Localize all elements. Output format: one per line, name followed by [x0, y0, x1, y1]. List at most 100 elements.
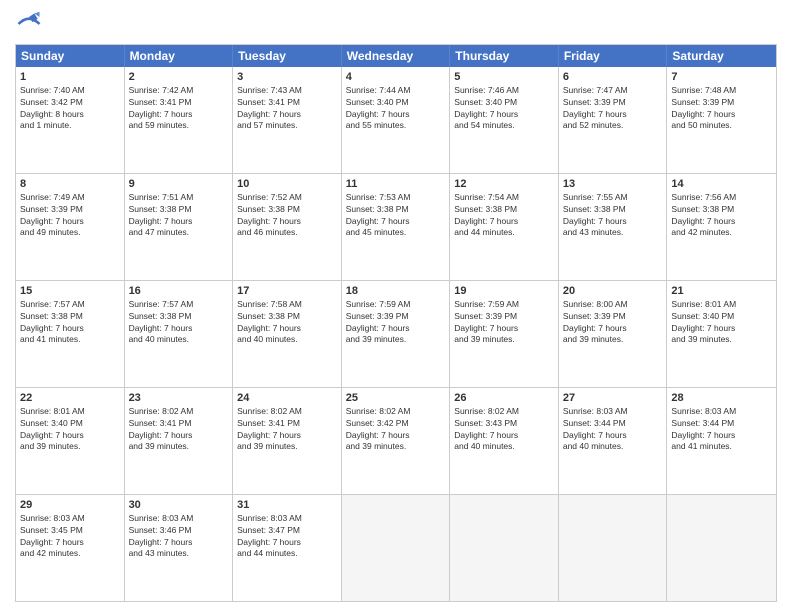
day-info: Sunrise: 7:53 AM Sunset: 3:38 PM Dayligh… — [346, 192, 411, 237]
day-number: 12 — [454, 177, 554, 191]
calendar-cell: 14Sunrise: 7:56 AM Sunset: 3:38 PM Dayli… — [667, 174, 776, 280]
day-number: 10 — [237, 177, 337, 191]
day-info: Sunrise: 8:02 AM Sunset: 3:41 PM Dayligh… — [237, 406, 302, 451]
day-number: 20 — [563, 284, 663, 298]
day-number: 13 — [563, 177, 663, 191]
calendar-row-5: 29Sunrise: 8:03 AM Sunset: 3:45 PM Dayli… — [16, 494, 776, 601]
day-number: 1 — [20, 70, 120, 84]
day-number: 16 — [129, 284, 229, 298]
day-number: 19 — [454, 284, 554, 298]
day-number: 27 — [563, 391, 663, 405]
day-info: Sunrise: 7:59 AM Sunset: 3:39 PM Dayligh… — [346, 299, 411, 344]
logo — [15, 10, 47, 38]
day-info: Sunrise: 7:57 AM Sunset: 3:38 PM Dayligh… — [129, 299, 194, 344]
calendar-cell: 12Sunrise: 7:54 AM Sunset: 3:38 PM Dayli… — [450, 174, 559, 280]
day-number: 29 — [20, 498, 120, 512]
header — [15, 10, 777, 38]
day-info: Sunrise: 8:00 AM Sunset: 3:39 PM Dayligh… — [563, 299, 628, 344]
day-number: 25 — [346, 391, 446, 405]
calendar-cell: 17Sunrise: 7:58 AM Sunset: 3:38 PM Dayli… — [233, 281, 342, 387]
header-day-monday: Monday — [125, 45, 234, 67]
calendar-cell: 13Sunrise: 7:55 AM Sunset: 3:38 PM Dayli… — [559, 174, 668, 280]
header-day-friday: Friday — [559, 45, 668, 67]
calendar-cell: 5Sunrise: 7:46 AM Sunset: 3:40 PM Daylig… — [450, 67, 559, 173]
calendar-header: SundayMondayTuesdayWednesdayThursdayFrid… — [16, 45, 776, 67]
day-info: Sunrise: 8:03 AM Sunset: 3:46 PM Dayligh… — [129, 513, 194, 558]
day-info: Sunrise: 8:02 AM Sunset: 3:41 PM Dayligh… — [129, 406, 194, 451]
calendar-cell: 28Sunrise: 8:03 AM Sunset: 3:44 PM Dayli… — [667, 388, 776, 494]
page: SundayMondayTuesdayWednesdayThursdayFrid… — [0, 0, 792, 612]
day-number: 24 — [237, 391, 337, 405]
calendar-cell: 4Sunrise: 7:44 AM Sunset: 3:40 PM Daylig… — [342, 67, 451, 173]
day-info: Sunrise: 7:57 AM Sunset: 3:38 PM Dayligh… — [20, 299, 85, 344]
calendar-cell: 1Sunrise: 7:40 AM Sunset: 3:42 PM Daylig… — [16, 67, 125, 173]
day-number: 23 — [129, 391, 229, 405]
day-number: 11 — [346, 177, 446, 191]
calendar-cell: 8Sunrise: 7:49 AM Sunset: 3:39 PM Daylig… — [16, 174, 125, 280]
logo-icon — [15, 10, 43, 38]
calendar-cell: 3Sunrise: 7:43 AM Sunset: 3:41 PM Daylig… — [233, 67, 342, 173]
calendar-cell: 26Sunrise: 8:02 AM Sunset: 3:43 PM Dayli… — [450, 388, 559, 494]
calendar-cell: 9Sunrise: 7:51 AM Sunset: 3:38 PM Daylig… — [125, 174, 234, 280]
calendar-cell: 6Sunrise: 7:47 AM Sunset: 3:39 PM Daylig… — [559, 67, 668, 173]
day-info: Sunrise: 8:03 AM Sunset: 3:44 PM Dayligh… — [671, 406, 736, 451]
calendar-cell: 2Sunrise: 7:42 AM Sunset: 3:41 PM Daylig… — [125, 67, 234, 173]
calendar-cell: 24Sunrise: 8:02 AM Sunset: 3:41 PM Dayli… — [233, 388, 342, 494]
calendar-cell: 31Sunrise: 8:03 AM Sunset: 3:47 PM Dayli… — [233, 495, 342, 601]
calendar-cell: 15Sunrise: 7:57 AM Sunset: 3:38 PM Dayli… — [16, 281, 125, 387]
header-day-saturday: Saturday — [667, 45, 776, 67]
day-number: 14 — [671, 177, 772, 191]
calendar-cell: 23Sunrise: 8:02 AM Sunset: 3:41 PM Dayli… — [125, 388, 234, 494]
calendar-row-1: 1Sunrise: 7:40 AM Sunset: 3:42 PM Daylig… — [16, 67, 776, 173]
calendar-cell: 25Sunrise: 8:02 AM Sunset: 3:42 PM Dayli… — [342, 388, 451, 494]
calendar-cell: 20Sunrise: 8:00 AM Sunset: 3:39 PM Dayli… — [559, 281, 668, 387]
calendar-cell: 7Sunrise: 7:48 AM Sunset: 3:39 PM Daylig… — [667, 67, 776, 173]
calendar-cell: 29Sunrise: 8:03 AM Sunset: 3:45 PM Dayli… — [16, 495, 125, 601]
day-number: 22 — [20, 391, 120, 405]
calendar-cell: 27Sunrise: 8:03 AM Sunset: 3:44 PM Dayli… — [559, 388, 668, 494]
header-day-thursday: Thursday — [450, 45, 559, 67]
day-number: 7 — [671, 70, 772, 84]
day-info: Sunrise: 7:55 AM Sunset: 3:38 PM Dayligh… — [563, 192, 628, 237]
day-info: Sunrise: 7:40 AM Sunset: 3:42 PM Dayligh… — [20, 85, 85, 130]
day-number: 6 — [563, 70, 663, 84]
day-info: Sunrise: 7:47 AM Sunset: 3:39 PM Dayligh… — [563, 85, 628, 130]
day-info: Sunrise: 7:44 AM Sunset: 3:40 PM Dayligh… — [346, 85, 411, 130]
day-info: Sunrise: 8:02 AM Sunset: 3:43 PM Dayligh… — [454, 406, 519, 451]
day-number: 9 — [129, 177, 229, 191]
calendar-cell: 21Sunrise: 8:01 AM Sunset: 3:40 PM Dayli… — [667, 281, 776, 387]
day-number: 21 — [671, 284, 772, 298]
day-number: 28 — [671, 391, 772, 405]
day-number: 26 — [454, 391, 554, 405]
header-day-wednesday: Wednesday — [342, 45, 451, 67]
day-info: Sunrise: 7:58 AM Sunset: 3:38 PM Dayligh… — [237, 299, 302, 344]
calendar-row-3: 15Sunrise: 7:57 AM Sunset: 3:38 PM Dayli… — [16, 280, 776, 387]
day-info: Sunrise: 7:56 AM Sunset: 3:38 PM Dayligh… — [671, 192, 736, 237]
day-number: 30 — [129, 498, 229, 512]
calendar-cell: 11Sunrise: 7:53 AM Sunset: 3:38 PM Dayli… — [342, 174, 451, 280]
calendar-body: 1Sunrise: 7:40 AM Sunset: 3:42 PM Daylig… — [16, 67, 776, 601]
day-number: 8 — [20, 177, 120, 191]
calendar-row-4: 22Sunrise: 8:01 AM Sunset: 3:40 PM Dayli… — [16, 387, 776, 494]
day-info: Sunrise: 8:02 AM Sunset: 3:42 PM Dayligh… — [346, 406, 411, 451]
day-info: Sunrise: 8:03 AM Sunset: 3:44 PM Dayligh… — [563, 406, 628, 451]
day-info: Sunrise: 7:42 AM Sunset: 3:41 PM Dayligh… — [129, 85, 194, 130]
day-number: 3 — [237, 70, 337, 84]
calendar-cell: 16Sunrise: 7:57 AM Sunset: 3:38 PM Dayli… — [125, 281, 234, 387]
day-info: Sunrise: 7:48 AM Sunset: 3:39 PM Dayligh… — [671, 85, 736, 130]
day-info: Sunrise: 8:01 AM Sunset: 3:40 PM Dayligh… — [671, 299, 736, 344]
day-info: Sunrise: 8:01 AM Sunset: 3:40 PM Dayligh… — [20, 406, 85, 451]
calendar-cell — [667, 495, 776, 601]
calendar-cell — [559, 495, 668, 601]
calendar-cell: 19Sunrise: 7:59 AM Sunset: 3:39 PM Dayli… — [450, 281, 559, 387]
header-day-sunday: Sunday — [16, 45, 125, 67]
day-number: 15 — [20, 284, 120, 298]
day-info: Sunrise: 7:52 AM Sunset: 3:38 PM Dayligh… — [237, 192, 302, 237]
day-number: 18 — [346, 284, 446, 298]
day-info: Sunrise: 7:59 AM Sunset: 3:39 PM Dayligh… — [454, 299, 519, 344]
calendar-cell: 18Sunrise: 7:59 AM Sunset: 3:39 PM Dayli… — [342, 281, 451, 387]
day-info: Sunrise: 7:49 AM Sunset: 3:39 PM Dayligh… — [20, 192, 85, 237]
day-info: Sunrise: 7:51 AM Sunset: 3:38 PM Dayligh… — [129, 192, 194, 237]
header-day-tuesday: Tuesday — [233, 45, 342, 67]
day-number: 17 — [237, 284, 337, 298]
